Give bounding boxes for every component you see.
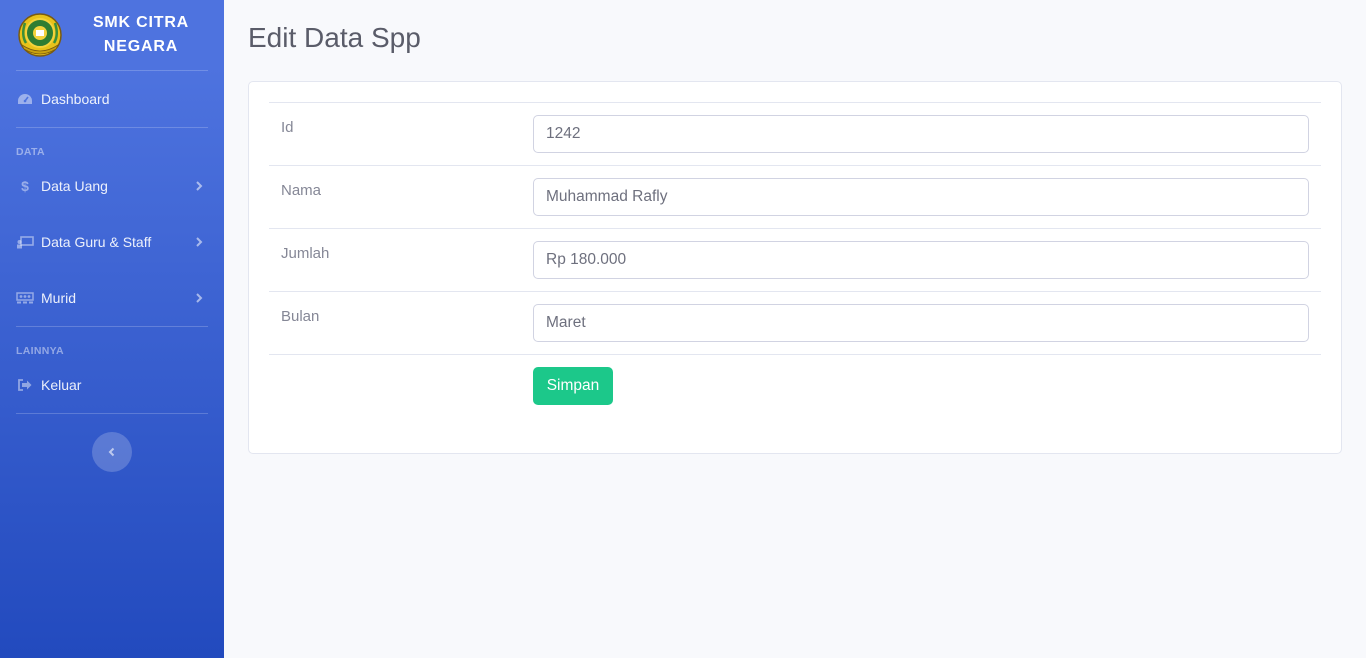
- form-row-id: Id: [269, 102, 1321, 165]
- sidebar-heading-lainnya: LAINNYA: [16, 345, 64, 357]
- sidebar-item-data-uang[interactable]: $ Data Uang: [0, 158, 224, 214]
- sidebar-item-label: Keluar: [41, 377, 82, 393]
- sidebar-item-label: Data Guru & Staff: [41, 234, 152, 250]
- school-emblem-logo: [18, 13, 62, 57]
- sidebar-divider: [16, 413, 208, 414]
- edit-form: Id Nama Jumlah Bulan Simpan: [269, 102, 1321, 417]
- sign-out-icon: [16, 378, 34, 392]
- sidebar-item-label: Dashboard: [41, 91, 110, 107]
- chevron-right-icon: [196, 293, 203, 303]
- sidebar-heading-data: DATA: [16, 146, 45, 158]
- users-icon: [16, 291, 34, 305]
- nama-label: Nama: [281, 182, 322, 199]
- tachometer-icon: [16, 92, 34, 106]
- chevron-right-icon: [196, 181, 203, 191]
- sidebar-item-data-guru-staff[interactable]: Data Guru & Staff: [0, 214, 224, 270]
- bulan-label: Bulan: [281, 308, 320, 325]
- dollar-icon: $: [21, 178, 29, 194]
- nama-field[interactable]: [533, 178, 1309, 216]
- main-content: Edit Data Spp Id Nama Jumlah Bulan Simpa…: [224, 0, 1366, 658]
- form-row-bulan: Bulan: [269, 291, 1321, 354]
- form-row-submit: Simpan: [269, 354, 1321, 417]
- form-row-nama: Nama: [269, 165, 1321, 228]
- simpan-button[interactable]: Simpan: [533, 367, 613, 405]
- edit-form-card: Id Nama Jumlah Bulan Simpan: [248, 81, 1342, 454]
- sidebar-item-label: Murid: [41, 290, 77, 306]
- chalkboard-teacher-icon: [16, 235, 34, 249]
- id-label: Id: [281, 119, 294, 136]
- sidebar-item-label: Data Uang: [41, 178, 108, 194]
- page-title: Edit Data Spp: [248, 22, 421, 53]
- bulan-field[interactable]: [533, 304, 1309, 342]
- jumlah-label: Jumlah: [281, 245, 330, 262]
- sidebar-brand[interactable]: SMK CITRA NEGARA: [0, 0, 224, 70]
- brand-name: SMK CITRA NEGARA: [92, 14, 190, 55]
- form-row-jumlah: Jumlah: [269, 228, 1321, 291]
- sidebar-toggle-button[interactable]: [92, 432, 132, 472]
- sidebar-item-keluar[interactable]: Keluar: [0, 357, 224, 413]
- chevron-right-icon: [196, 237, 203, 247]
- sidebar-item-murid[interactable]: Murid: [0, 270, 224, 326]
- chevron-left-icon: [108, 447, 115, 457]
- sidebar-item-dashboard[interactable]: Dashboard: [0, 71, 224, 127]
- jumlah-field[interactable]: [533, 241, 1309, 279]
- sidebar: SMK CITRA NEGARA Dashboard DATA $ Data U…: [0, 0, 224, 658]
- id-field[interactable]: [533, 115, 1309, 153]
